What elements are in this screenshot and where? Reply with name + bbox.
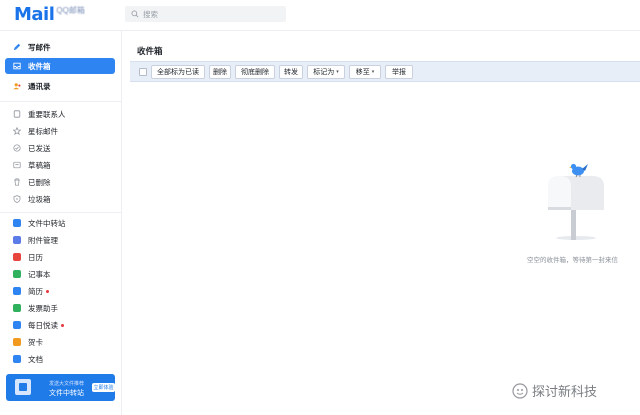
- search-input[interactable]: 搜索: [125, 6, 286, 22]
- document-icon: [13, 355, 21, 363]
- sidebar-item-greeting-card[interactable]: 贺卡: [5, 334, 115, 350]
- sidebar-item-label: 发票助手: [28, 303, 58, 313]
- folder-icon: [15, 379, 31, 395]
- chevron-down-icon: ▾: [336, 69, 339, 75]
- star-icon: [13, 127, 21, 135]
- sidebar-divider: [0, 101, 122, 102]
- select-all-checkbox[interactable]: [139, 68, 147, 76]
- trash-icon: [13, 178, 21, 186]
- sidebar-item-compose[interactable]: 写邮件: [5, 39, 115, 55]
- sidebar-item-spam[interactable]: 垃圾箱: [5, 191, 115, 207]
- bookmark-icon: [13, 110, 21, 118]
- sidebar-item-daily-reading[interactable]: 每日悦读: [5, 317, 115, 333]
- calendar-icon: [13, 253, 21, 261]
- sidebar-item-notepad[interactable]: 记事本: [5, 266, 115, 282]
- forward-button[interactable]: 转发: [279, 65, 303, 79]
- resume-icon: [13, 287, 21, 295]
- sidebar-item-label: 重要联系人: [28, 109, 66, 119]
- notepad-icon: [13, 270, 21, 278]
- sidebar-item-label: 每日悦读: [28, 320, 58, 330]
- sidebar-item-contacts[interactable]: 通讯录: [5, 78, 115, 94]
- promo-try-button[interactable]: 立即体验: [92, 383, 115, 392]
- sidebar-item-label: 文档: [28, 354, 43, 364]
- sidebar-item-resume[interactable]: 简历: [5, 283, 115, 299]
- notification-dot: [61, 323, 64, 327]
- sidebar-item-invoice[interactable]: 发票助手: [5, 300, 115, 316]
- sidebar-item-calendar[interactable]: 日历: [5, 249, 115, 265]
- top-header: Mail QQ邮箱 搜索: [0, 0, 640, 31]
- notification-dot: [46, 289, 49, 293]
- sidebar-item-label: 记事本: [28, 269, 51, 279]
- report-button[interactable]: 举报: [385, 65, 413, 79]
- sidebar-item-important-contacts[interactable]: 重要联系人: [5, 106, 115, 122]
- qq-mail-logo[interactable]: Mail QQ邮箱: [14, 3, 85, 25]
- sidebar-item-label: 简历: [28, 286, 43, 296]
- invoice-icon: [13, 304, 21, 312]
- sidebar-item-sent[interactable]: 已发送: [5, 140, 115, 156]
- attachment-icon: [13, 236, 21, 244]
- sidebar-item-file-transfer[interactable]: 文件中转站: [5, 215, 115, 231]
- promo-title: 文件中转站: [49, 390, 84, 397]
- sidebar-item-starred[interactable]: 星标邮件: [5, 123, 115, 139]
- delete-permanently-button[interactable]: 彻底删除: [235, 65, 275, 79]
- sidebar-item-inbox[interactable]: 收件箱: [5, 58, 115, 74]
- search-icon: [131, 10, 139, 18]
- sidebar-item-label: 垃圾箱: [28, 194, 51, 204]
- sidebar-item-label: 贺卡: [28, 337, 43, 347]
- mark-as-label: 标记为: [313, 69, 335, 76]
- watermark: 探讨新科技: [512, 381, 597, 400]
- sent-icon: [13, 144, 21, 152]
- sidebar-item-label: 草稿箱: [28, 160, 51, 170]
- empty-mailbox-illustration: [540, 158, 610, 243]
- pen-icon: [13, 43, 21, 51]
- mark-as-dropdown[interactable]: 标记为 ▾: [307, 65, 345, 79]
- inbox-icon: [13, 62, 21, 70]
- mark-all-read-button[interactable]: 全部标为已读: [151, 65, 205, 79]
- empty-inbox-message: 空空的收件箱，等待第一封来信: [527, 257, 618, 264]
- chevron-down-icon: ▾: [371, 69, 375, 75]
- spam-shield-icon: [13, 195, 21, 203]
- move-to-label: 移至: [355, 69, 370, 76]
- search-placeholder: 搜索: [143, 9, 158, 19]
- file-transfer-promo-banner[interactable]: 发送大文件推荐 文件中转站 立即体验: [6, 374, 115, 401]
- sidebar-item-label: 星标邮件: [28, 126, 58, 136]
- draft-icon: [13, 161, 21, 169]
- sidebar-item-deleted[interactable]: 已删除: [5, 174, 115, 190]
- sidebar-item-label: 文件中转站: [28, 218, 66, 228]
- watermark-text: 探讨新科技: [532, 384, 598, 399]
- sidebar-item-label: 收件箱: [28, 61, 51, 71]
- logo-text: Mail: [14, 3, 55, 25]
- sidebar-item-label: 附件管理: [28, 235, 58, 245]
- logo-subtext: QQ邮箱: [56, 5, 85, 15]
- page-title: 收件箱: [137, 46, 163, 56]
- sidebar: 写邮件 收件箱 通讯录 重要联系人 星标邮件 已发送 草稿箱 已删除 垃圾箱 文…: [0, 31, 122, 415]
- move-to-dropdown[interactable]: 移至 ▾: [349, 65, 381, 79]
- sidebar-item-attachments[interactable]: 附件管理: [5, 232, 115, 248]
- promo-subtitle: 发送大文件推荐: [49, 381, 85, 387]
- sidebar-item-label: 通讯录: [28, 81, 51, 91]
- sidebar-divider: [0, 212, 122, 213]
- mail-toolbar: 全部标为已读 删除 彻底删除 转发 标记为 ▾ 移至 ▾ 举报: [130, 61, 640, 82]
- sidebar-item-label: 写邮件: [28, 42, 51, 52]
- greeting-card-icon: [13, 338, 21, 346]
- wechat-logo-icon: [512, 382, 528, 399]
- sidebar-item-label: 日历: [28, 252, 43, 262]
- file-transfer-icon: [13, 219, 21, 227]
- delete-button[interactable]: 删除: [209, 65, 231, 79]
- sidebar-item-docs[interactable]: 文档: [5, 351, 115, 367]
- sidebar-item-drafts[interactable]: 草稿箱: [5, 157, 115, 173]
- reading-icon: [13, 321, 21, 329]
- bird-icon: [569, 163, 588, 178]
- sidebar-item-label: 已发送: [28, 143, 51, 153]
- contacts-icon: [13, 82, 21, 90]
- sidebar-item-label: 已删除: [28, 177, 51, 187]
